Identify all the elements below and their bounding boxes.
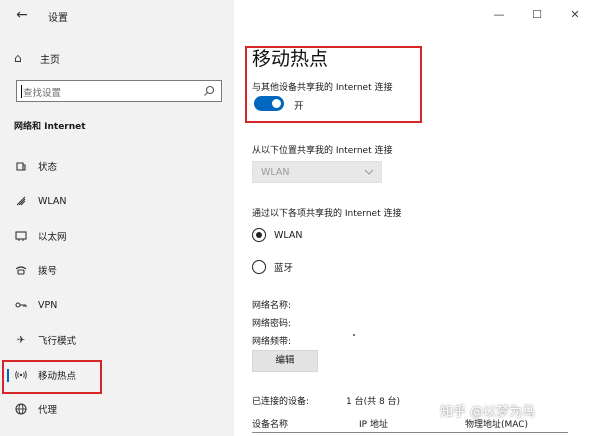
search-box[interactable]: 查找设置 <box>16 80 222 102</box>
sidebar-item-airplane[interactable]: ✈ 飞行模式 <box>0 329 234 351</box>
share-from-dropdown[interactable]: WLAN <box>252 161 382 183</box>
sidebar-item-status[interactable]: 状态 <box>0 155 234 177</box>
sidebar-item-label: 以太网 <box>38 232 67 243</box>
connected-devices-label: 已连接的设备: <box>252 397 310 407</box>
column-header-ip: IP 地址 <box>359 420 388 430</box>
sidebar-item-label: 飞行模式 <box>38 336 77 347</box>
watermark: 知乎 @以梦为马 <box>440 405 536 420</box>
maximize-icon[interactable]: ☐ <box>530 8 544 22</box>
edit-button[interactable]: 编辑 <box>252 350 318 372</box>
highlight-box-sidebar <box>2 360 102 394</box>
sidebar-item-wlan[interactable]: WLAN <box>0 190 234 212</box>
radio-bluetooth[interactable]: 蓝牙 <box>252 258 372 276</box>
network-name-label: 网络名称: <box>252 301 292 311</box>
section-heading: 网络和 Internet <box>14 122 86 132</box>
search-placeholder: 查找设置 <box>23 88 62 99</box>
network-password-label: 网络密码: <box>252 319 292 329</box>
separator-dot <box>353 334 355 336</box>
column-header-device-name: 设备名称 <box>252 420 289 430</box>
text-caret <box>21 85 22 98</box>
minimize-icon[interactable]: — <box>492 8 506 22</box>
sidebar-item-label: VPN <box>38 299 58 311</box>
sidebar-item-ethernet[interactable]: 以太网 <box>0 225 234 247</box>
back-arrow-icon[interactable]: ← <box>12 6 32 24</box>
sidebar-item-label: 状态 <box>38 162 58 173</box>
sidebar: ← 设置 ⌂ 主页 查找设置 网络和 Internet 状态 WLAN 以太网 <box>0 0 234 436</box>
globe-icon <box>15 403 27 415</box>
search-icon[interactable] <box>202 84 216 98</box>
share-from-label: 从以下位置共享我的 Internet 连接 <box>252 146 393 156</box>
radio-dot <box>255 231 262 238</box>
home-label: 主页 <box>40 54 60 66</box>
dropdown-value: WLAN <box>261 167 290 178</box>
wifi-icon <box>16 196 26 206</box>
radio-label: 蓝牙 <box>274 263 294 274</box>
ethernet-icon <box>15 231 27 241</box>
radio-circle <box>252 228 266 242</box>
sidebar-item-dialup[interactable]: 拨号 <box>0 259 234 281</box>
share-via-label: 通过以下各项共享我的 Internet 连接 <box>252 209 402 219</box>
home-icon: ⌂ <box>14 51 22 65</box>
sidebar-item-vpn[interactable]: VPN <box>0 294 234 316</box>
radio-circle <box>252 260 266 274</box>
highlight-box-main <box>245 46 422 123</box>
close-icon[interactable]: ✕ <box>568 8 582 22</box>
vpn-icon <box>15 302 27 308</box>
chevron-down-icon <box>364 169 374 175</box>
window-controls: — ☐ ✕ <box>492 8 582 22</box>
connected-devices-count: 1 台(共 8 台) <box>346 397 401 407</box>
dialup-icon <box>15 266 27 275</box>
app-title: 设置 <box>48 13 68 24</box>
sidebar-item-label: WLAN <box>38 195 67 207</box>
sidebar-item-label: 代理 <box>38 405 58 416</box>
home-nav[interactable]: ⌂ 主页 <box>14 49 60 67</box>
sidebar-item-label: 拨号 <box>38 266 58 277</box>
sidebar-item-proxy[interactable]: 代理 <box>0 398 234 420</box>
radio-wlan[interactable]: WLAN <box>252 226 372 244</box>
status-icon <box>16 162 26 171</box>
radio-label: WLAN <box>274 229 303 241</box>
airplane-icon: ✈ <box>16 334 26 346</box>
network-band-label: 网络频带: <box>252 337 292 347</box>
